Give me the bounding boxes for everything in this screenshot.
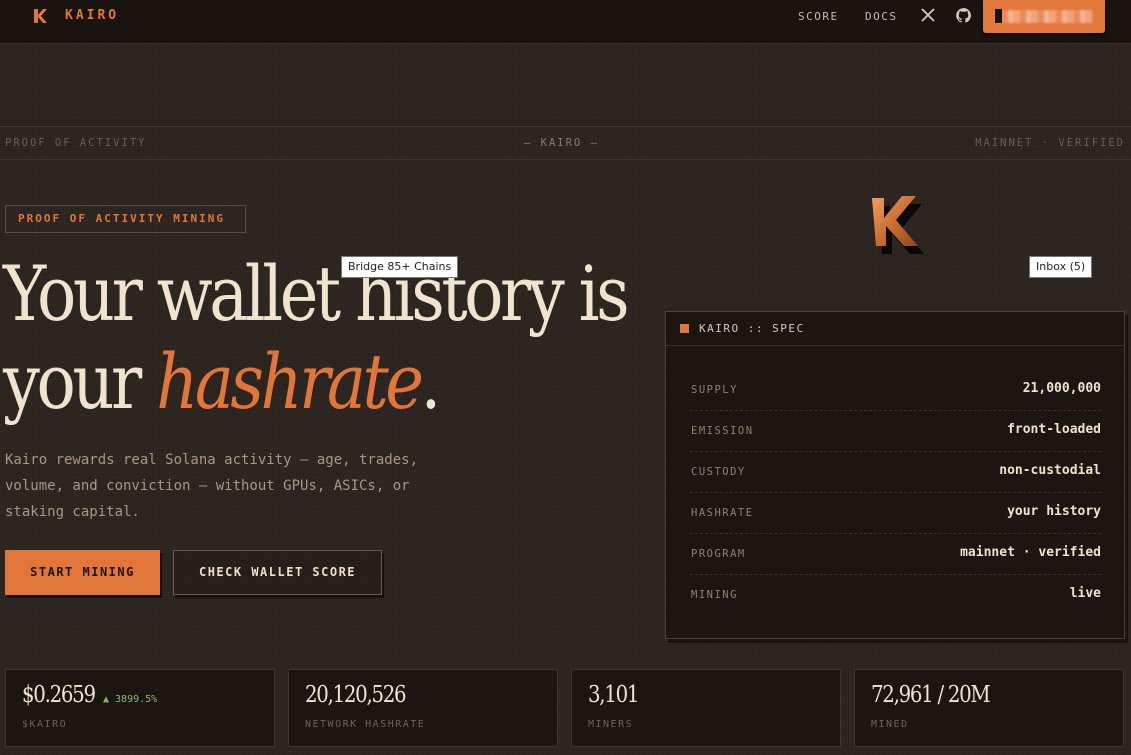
hero-tag: PROOF OF ACTIVITY MINING bbox=[5, 205, 246, 233]
spec-key: EMISSION bbox=[691, 425, 754, 437]
spec-key: CUSTODY bbox=[691, 466, 746, 478]
spec-value: your history bbox=[1007, 504, 1101, 519]
github-icon[interactable] bbox=[955, 7, 973, 25]
spec-row: PROGRAM mainnet · verified bbox=[690, 534, 1101, 575]
spec-rows: SUPPLY 21,000,000 EMISSION front-loaded CU… bbox=[690, 370, 1101, 616]
stat-value: 72,961 / 20M bbox=[871, 682, 991, 708]
kairo-logo-icon[interactable] bbox=[31, 7, 49, 25]
spec-value: front-loaded bbox=[1007, 422, 1101, 437]
spec-row: HASHRATE your history bbox=[690, 493, 1101, 534]
stat-value: 3,101 bbox=[588, 682, 639, 708]
spec-key: HASHRATE bbox=[691, 507, 754, 519]
nav-link-docs[interactable]: DOCS bbox=[865, 10, 898, 23]
spec-value: live bbox=[1069, 586, 1101, 601]
stat-card-hashrate: 20,120,526 NETWORK HASHRATE bbox=[288, 669, 558, 747]
stat-delta: ▲ 3899.5% bbox=[103, 694, 158, 705]
tooltip-inbox: Inbox (5) bbox=[1029, 256, 1093, 278]
x-icon[interactable] bbox=[920, 7, 938, 25]
band-left-text: PROOF OF ACTIVITY bbox=[5, 137, 147, 149]
stat-value: $0.2659 bbox=[22, 682, 96, 708]
spec-row: EMISSION front-loaded bbox=[690, 411, 1101, 452]
spec-key: PROGRAM bbox=[691, 548, 746, 560]
spec-row: SUPPLY 21,000,000 bbox=[690, 370, 1101, 411]
headline-line-1: Your wallet history is bbox=[3, 249, 630, 338]
band-center-text: — KAIRO — bbox=[524, 137, 599, 149]
spec-value: mainnet · verified bbox=[960, 545, 1101, 560]
band-divider-top bbox=[0, 126, 1131, 127]
stat-label: MINED bbox=[871, 719, 909, 730]
band-right-text: MAINNET · VERIFIED bbox=[975, 137, 1125, 149]
wallet-avatar-icon bbox=[995, 9, 1002, 23]
spec-title: KAIRO :: SPEC bbox=[699, 322, 805, 335]
hero-headline: Your wallet history is your hashrate. bbox=[3, 249, 630, 426]
spec-value: non-custodial bbox=[999, 463, 1101, 478]
start-mining-button[interactable]: START MINING bbox=[5, 550, 160, 595]
spec-row: MINING live bbox=[690, 575, 1101, 616]
spec-key: MINING bbox=[691, 589, 738, 601]
spec-header: KAIRO :: SPEC bbox=[666, 312, 1124, 346]
stat-label: NETWORK HASHRATE bbox=[305, 719, 426, 730]
band-divider-bottom bbox=[0, 159, 1131, 160]
stat-label: MINERS bbox=[588, 719, 634, 730]
spec-card: KAIRO :: SPEC SUPPLY 21,000,000 EMISSION f… bbox=[665, 311, 1125, 639]
spec-key: SUPPLY bbox=[691, 384, 738, 396]
hero-lead: Kairo rewards real Solana activity — age… bbox=[5, 452, 419, 520]
stat-card-mined: 72,961 / 20M MINED bbox=[854, 669, 1124, 747]
headline-accent: hashrate bbox=[156, 337, 424, 426]
redacted-wallet-address bbox=[995, 10, 1093, 23]
top-nav: KAIRO SCORE DOCS bbox=[0, 0, 1131, 44]
stat-card-price: $0.2659 ▲ 3899.5% $KAIRO bbox=[5, 669, 275, 747]
headline-period: . bbox=[420, 337, 442, 426]
nav-link-score[interactable]: SCORE bbox=[798, 10, 839, 23]
kairo-3d-logo-icon bbox=[862, 192, 934, 258]
headline-line-2: your hashrate. bbox=[3, 338, 626, 426]
stat-value: 20,120,526 bbox=[305, 682, 407, 708]
brand-name[interactable]: KAIRO bbox=[65, 8, 119, 23]
stat-card-miners: 3,101 MINERS bbox=[571, 669, 841, 747]
stat-label: $KAIRO bbox=[22, 719, 68, 730]
spec-value: 21,000,000 bbox=[1022, 381, 1101, 396]
spec-square-icon bbox=[680, 323, 689, 333]
spec-row: CUSTODY non-custodial bbox=[690, 452, 1101, 493]
tooltip-bridge: Bridge 85+ Chains bbox=[341, 256, 459, 278]
headline-line-2-start: your bbox=[3, 337, 157, 426]
check-wallet-score-button[interactable]: CHECK WALLET SCORE bbox=[173, 550, 382, 595]
connect-wallet-button[interactable] bbox=[983, 0, 1105, 33]
